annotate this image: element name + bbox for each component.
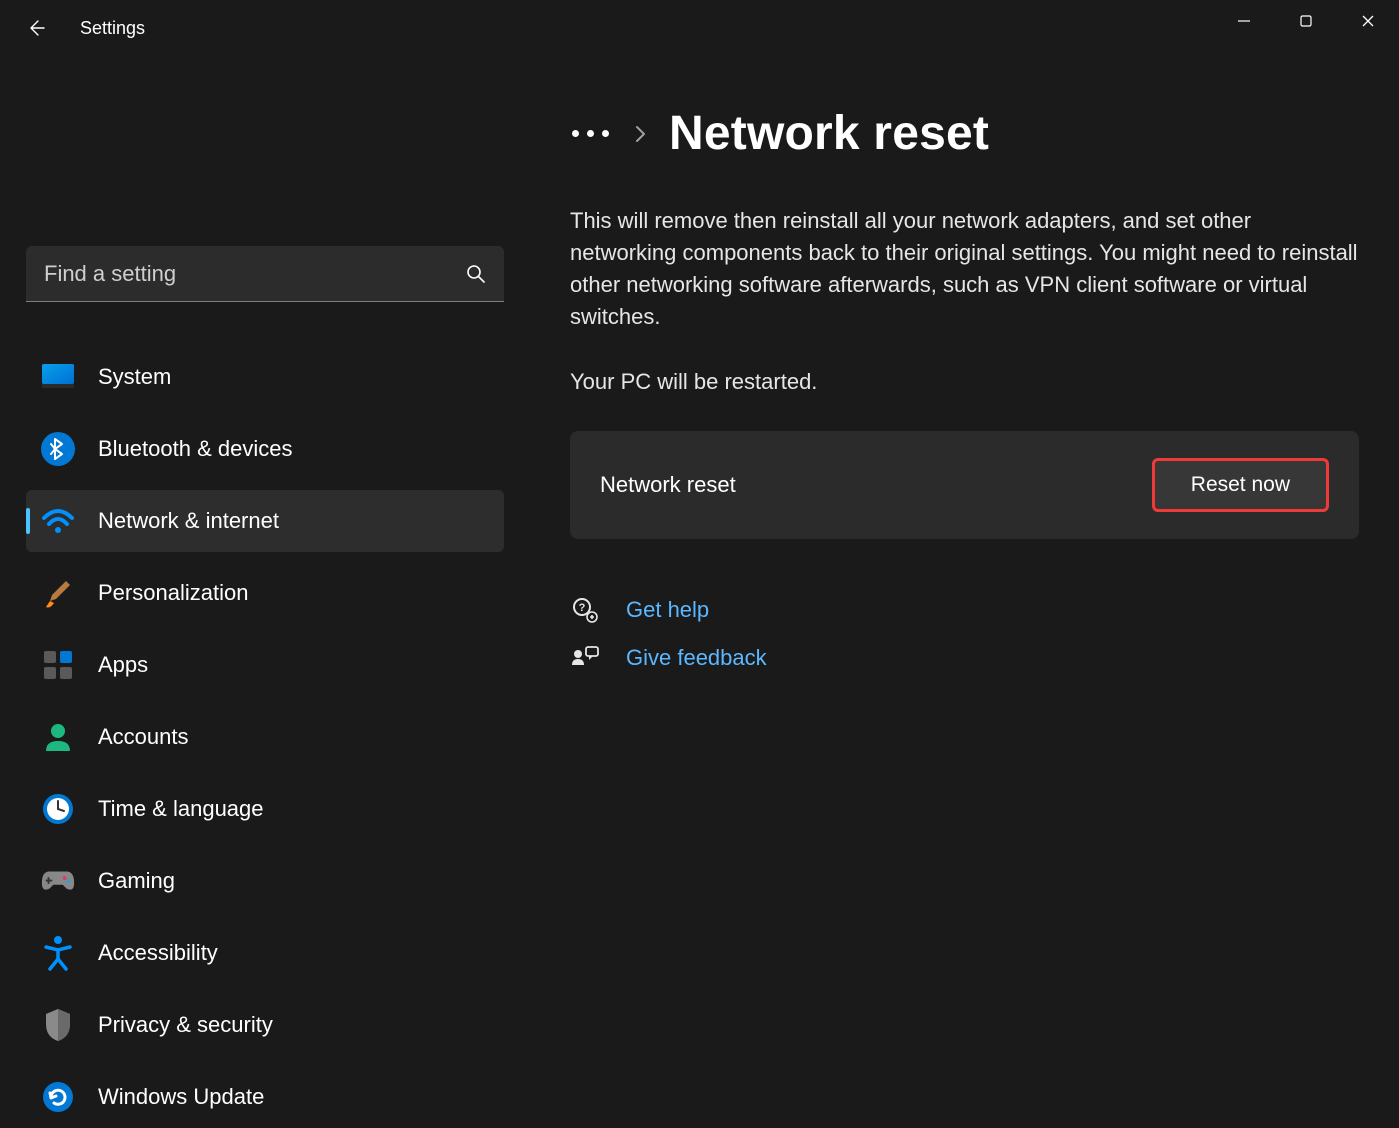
feedback-icon [570,643,600,673]
breadcrumb-ellipsis[interactable] [570,124,611,143]
svg-text:?: ? [579,602,586,614]
arrow-left-icon [26,18,46,38]
sidebar-item-privacy[interactable]: Privacy & security [26,994,504,1056]
sidebar-item-label: Accessibility [98,940,218,966]
sidebar-item-label: System [98,364,171,390]
app-title: Settings [80,18,145,39]
sidebar-item-time-language[interactable]: Time & language [26,778,504,840]
back-button[interactable] [16,8,56,48]
network-reset-card: Network reset Reset now [570,431,1359,539]
search-wrap [26,246,504,302]
card-label: Network reset [600,472,736,498]
sidebar-item-label: Bluetooth & devices [98,436,292,462]
search-icon [466,264,486,284]
sidebar-item-label: Apps [98,652,148,678]
search-input[interactable] [26,246,504,302]
minimize-button[interactable] [1213,0,1275,42]
close-icon [1361,14,1375,28]
sidebar-item-label: Accounts [98,724,189,750]
system-icon [40,359,76,395]
gaming-icon [40,863,76,899]
content: Network reset This will remove then rein… [530,56,1399,1106]
wifi-icon [40,503,76,539]
sidebar-item-network[interactable]: Network & internet [26,490,504,552]
titlebar: Settings [0,0,1399,56]
sidebar: System Bluetooth & devices Network & int… [0,56,530,1106]
sidebar-item-windows-update[interactable]: Windows Update [26,1066,504,1128]
apps-icon [40,647,76,683]
sidebar-item-label: Privacy & security [98,1012,273,1038]
get-help-link[interactable]: ? Get help [570,595,1359,625]
reset-now-button[interactable]: Reset now [1152,458,1329,512]
minimize-icon [1237,14,1251,28]
sidebar-item-bluetooth[interactable]: Bluetooth & devices [26,418,504,480]
sidebar-item-label: Gaming [98,868,175,894]
give-feedback-link[interactable]: Give feedback [570,643,1359,673]
help-icon: ? [570,595,600,625]
bluetooth-icon [40,431,76,467]
update-icon [40,1079,76,1115]
sidebar-item-gaming[interactable]: Gaming [26,850,504,912]
clock-globe-icon [40,791,76,827]
sidebar-item-system[interactable]: System [26,346,504,408]
sidebar-item-label: Windows Update [98,1084,264,1110]
close-button[interactable] [1337,0,1399,42]
sidebar-item-label: Network & internet [98,508,279,534]
page-title: Network reset [669,106,989,161]
accessibility-icon [40,935,76,971]
sidebar-item-label: Time & language [98,796,264,822]
sidebar-item-personalization[interactable]: Personalization [26,562,504,624]
shield-icon [40,1007,76,1043]
page-description: This will remove then reinstall all your… [570,205,1359,333]
breadcrumb: Network reset [570,106,1359,161]
link-label: Get help [626,597,709,623]
sidebar-item-label: Personalization [98,580,248,606]
maximize-icon [1299,14,1313,28]
chevron-right-icon [633,124,647,144]
sidebar-item-accessibility[interactable]: Accessibility [26,922,504,984]
window-controls [1213,0,1399,42]
link-label: Give feedback [626,645,767,671]
restart-note: Your PC will be restarted. [570,369,1359,395]
paintbrush-icon [40,575,76,611]
maximize-button[interactable] [1275,0,1337,42]
accounts-icon [40,719,76,755]
sidebar-item-apps[interactable]: Apps [26,634,504,696]
sidebar-item-accounts[interactable]: Accounts [26,706,504,768]
